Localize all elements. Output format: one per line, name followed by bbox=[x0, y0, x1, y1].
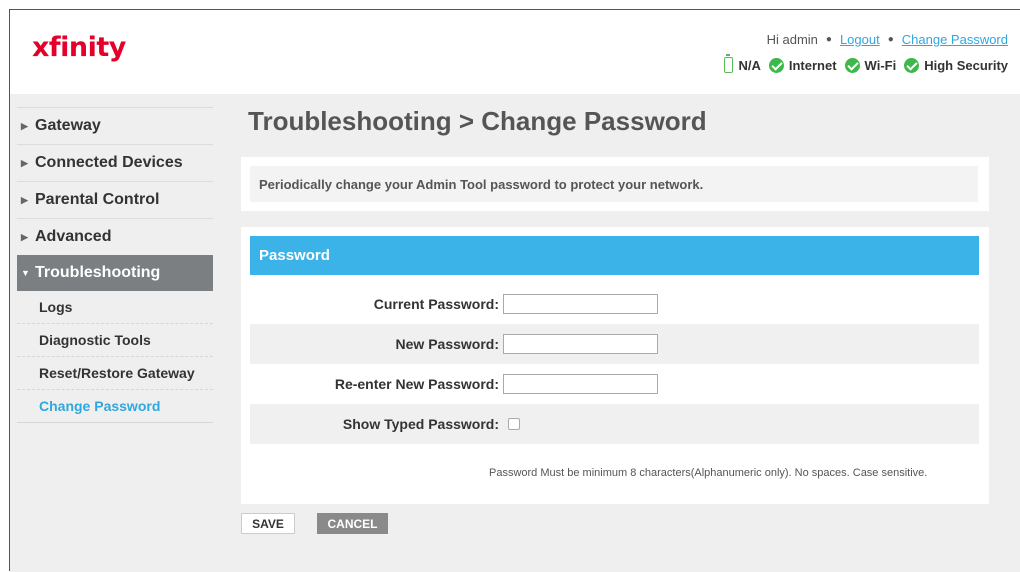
sidebar-item-label: Connected Devices bbox=[35, 154, 183, 171]
current-password-label: Current Password: bbox=[373, 296, 499, 312]
sidebar-subitem-reset-restore[interactable]: Reset/Restore Gateway bbox=[17, 357, 213, 390]
sidebar-item-advanced[interactable]: ▶ Advanced bbox=[17, 218, 213, 255]
caret-right-icon: ▶ bbox=[21, 157, 28, 168]
wifi-status: Wi-Fi bbox=[844, 57, 897, 73]
caret-right-icon: ▶ bbox=[21, 120, 28, 131]
current-password-row: Current Password: bbox=[250, 284, 979, 324]
sidebar-subitem-label: Reset/Restore Gateway bbox=[39, 365, 195, 381]
battery-status: N/A bbox=[724, 54, 761, 73]
separator-dot: ● bbox=[887, 34, 894, 45]
sidebar-item-label: Troubleshooting bbox=[35, 264, 161, 281]
cancel-button[interactable]: CANCEL bbox=[317, 513, 388, 534]
check-circle-icon bbox=[844, 57, 860, 73]
wifi-label: Wi-Fi bbox=[864, 57, 897, 73]
new-password-label: New Password: bbox=[395, 336, 499, 352]
battery-icon bbox=[724, 54, 734, 73]
sidebar-subitem-change-password[interactable]: Change Password bbox=[17, 390, 213, 423]
user-links: Hi admin ● Logout ● Change Password bbox=[767, 32, 1008, 47]
caret-right-icon: ▶ bbox=[21, 194, 28, 205]
caret-right-icon: ▶ bbox=[21, 231, 28, 242]
save-button[interactable]: SAVE bbox=[241, 513, 295, 534]
sidebar-subitem-logs[interactable]: Logs bbox=[17, 291, 213, 324]
security-label: High Security bbox=[924, 57, 1008, 73]
password-hint: Password Must be minimum 8 characters(Al… bbox=[489, 467, 928, 479]
sidebar-item-label: Advanced bbox=[35, 228, 112, 245]
new-password-input[interactable] bbox=[503, 334, 658, 354]
check-circle-icon bbox=[904, 57, 920, 73]
separator-dot: ● bbox=[825, 34, 832, 45]
logout-link[interactable]: Logout bbox=[840, 32, 880, 47]
sidebar-subitem-label: Logs bbox=[39, 299, 73, 315]
show-password-row: Show Typed Password: bbox=[250, 404, 979, 444]
greeting: Hi admin bbox=[766, 32, 818, 47]
battery-label: N/A bbox=[738, 57, 761, 73]
security-status: High Security bbox=[904, 57, 1008, 73]
sidebar-subitem-label: Diagnostic Tools bbox=[39, 332, 151, 348]
sidebar-nav: ▶ Gateway ▶ Connected Devices ▶ Parental… bbox=[17, 107, 213, 423]
xfinity-logo[interactable]: xfinity bbox=[32, 32, 126, 63]
sidebar-item-parental-control[interactable]: ▶ Parental Control bbox=[17, 181, 213, 218]
internet-status: Internet bbox=[768, 57, 837, 73]
password-form: Password Current Password: New Password:… bbox=[241, 227, 989, 504]
sidebar-item-gateway[interactable]: ▶ Gateway bbox=[17, 107, 213, 144]
show-password-label: Show Typed Password: bbox=[342, 416, 499, 432]
new-password-row: New Password: bbox=[250, 324, 979, 364]
check-circle-icon bbox=[768, 57, 784, 73]
reenter-password-input[interactable] bbox=[503, 374, 658, 394]
info-text: Periodically change your Admin Tool pass… bbox=[250, 166, 978, 202]
current-password-input[interactable] bbox=[503, 294, 658, 314]
internet-label: Internet bbox=[788, 57, 837, 73]
form-header: Password bbox=[250, 236, 979, 275]
logo-text: xfinity bbox=[32, 32, 126, 63]
header: xfinity Hi admin ● Logout ● Change Passw… bbox=[10, 10, 1020, 94]
sidebar-item-label: Gateway bbox=[35, 117, 101, 134]
sidebar-item-troubleshooting[interactable]: ▼ Troubleshooting bbox=[17, 255, 213, 291]
sidebar-item-connected-devices[interactable]: ▶ Connected Devices bbox=[17, 144, 213, 181]
change-password-link[interactable]: Change Password bbox=[902, 32, 1008, 47]
show-password-checkbox[interactable] bbox=[508, 418, 520, 430]
reenter-password-row: Re-enter New Password: bbox=[250, 364, 979, 404]
info-card: Periodically change your Admin Tool pass… bbox=[241, 157, 989, 211]
page-title: Troubleshooting > Change Password bbox=[248, 106, 707, 136]
reenter-password-label: Re-enter New Password: bbox=[334, 376, 499, 392]
sidebar-subitem-diagnostic-tools[interactable]: Diagnostic Tools bbox=[17, 324, 213, 357]
sidebar-item-label: Parental Control bbox=[35, 191, 160, 208]
sidebar-subitem-label: Change Password bbox=[39, 398, 161, 414]
caret-down-icon: ▼ bbox=[21, 268, 30, 278]
status-bar: N/A Internet Wi-Fi High Security bbox=[724, 54, 1008, 73]
